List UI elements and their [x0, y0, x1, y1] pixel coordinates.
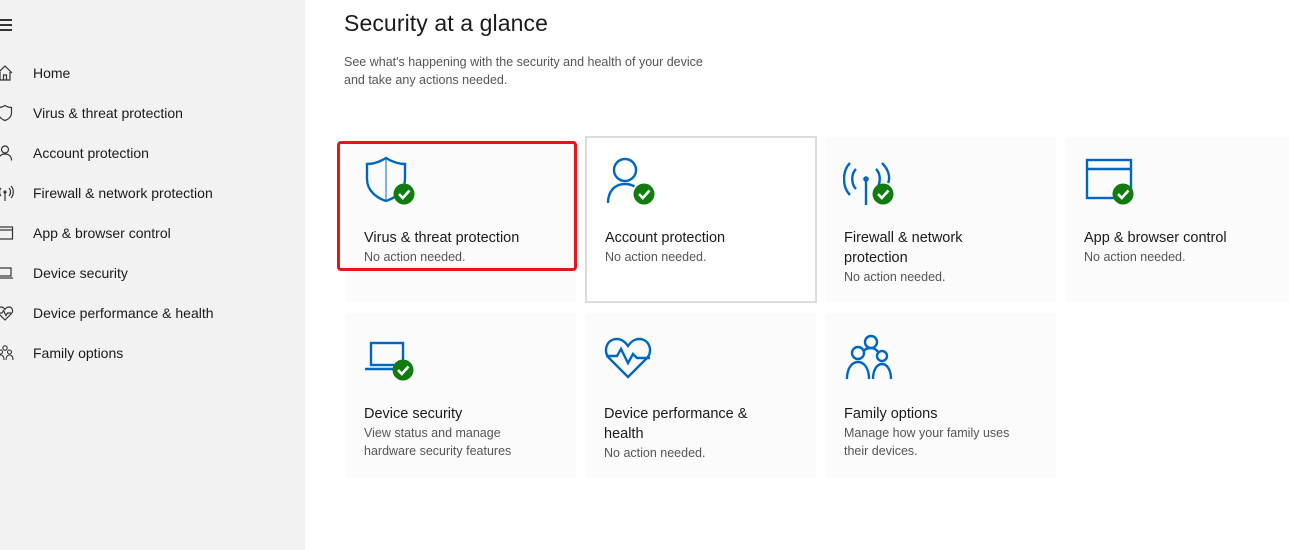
tile-device-performance-health[interactable]: Device performance & health No action ne…: [585, 313, 816, 478]
hamburger-menu-icon[interactable]: [0, 16, 14, 34]
sidebar-item-account[interactable]: Account protection: [0, 133, 305, 173]
tile-description-line: their devices.: [844, 444, 918, 458]
tile-title: Device security: [364, 406, 463, 422]
sidebar-item-device-performance[interactable]: Device performance & health: [0, 293, 305, 333]
tile-title-line: Device performance &: [604, 406, 748, 422]
tile-description-line: Manage how your family uses: [844, 426, 1010, 440]
antenna-check-icon: [842, 155, 897, 209]
sidebar-item-family[interactable]: Family options: [0, 333, 305, 373]
sidebar: Home Virus & threat protection Account p…: [0, 0, 305, 550]
sidebar-item-label: Account protection: [33, 145, 149, 161]
tile-status: No action needed.: [1084, 250, 1186, 264]
subtitle-line: and take any actions needed.: [344, 73, 508, 87]
sidebar-item-home[interactable]: Home: [0, 53, 305, 93]
family-icon: [843, 331, 897, 385]
tile-account-protection[interactable]: Account protection No action needed.: [585, 136, 817, 303]
sidebar-item-device-security[interactable]: Device security: [0, 253, 305, 293]
family-icon: [0, 342, 16, 364]
tile-firewall-network-protection[interactable]: Firewall & network protection No action …: [825, 137, 1056, 302]
laptop-icon: [0, 262, 16, 284]
heart-pulse-icon: [603, 331, 657, 385]
sidebar-item-virus-threat[interactable]: Virus & threat protection: [0, 93, 305, 133]
tile-description: View status and manage hardware security…: [364, 424, 564, 460]
antenna-icon: [0, 182, 16, 204]
browser-check-icon: [1083, 155, 1137, 209]
home-icon: [0, 62, 16, 84]
tile-title: Virus & threat protection: [364, 230, 520, 246]
main-content: Security at a glance See what's happenin…: [305, 0, 1289, 550]
sidebar-item-label: Virus & threat protection: [33, 105, 183, 121]
tile-title: Family options: [844, 406, 938, 422]
tile-title-line: health: [604, 426, 644, 442]
shield-icon: [0, 102, 16, 124]
tile-description: Manage how your family uses their device…: [844, 424, 1044, 460]
page-subtitle: See what's happening with the security a…: [344, 53, 744, 89]
heart-pulse-icon: [0, 302, 16, 324]
sidebar-item-label: Device performance & health: [33, 305, 214, 321]
tile-title: Firewall & network protection: [844, 228, 1044, 268]
tile-title-line: Firewall & network: [844, 230, 963, 246]
sidebar-item-label: Home: [33, 65, 71, 81]
sidebar-item-label: Device security: [33, 265, 128, 281]
person-check-icon: [604, 155, 658, 209]
tile-status: No action needed.: [844, 270, 946, 284]
tile-title: Device performance & health: [604, 404, 804, 444]
subtitle-line: See what's happening with the security a…: [344, 55, 703, 69]
tile-status: No action needed.: [605, 250, 707, 264]
sidebar-item-label: Family options: [33, 345, 124, 361]
tile-family-options[interactable]: Family options Manage how your family us…: [825, 313, 1056, 478]
laptop-check-icon: [363, 331, 417, 385]
tile-status: No action needed.: [604, 446, 706, 460]
tile-status: No action needed.: [364, 250, 466, 264]
browser-window-icon: [0, 222, 16, 244]
sidebar-item-label: App & browser control: [33, 225, 171, 241]
tile-app-browser-control[interactable]: App & browser control No action needed.: [1065, 137, 1289, 302]
page-title: Security at a glance: [344, 10, 549, 36]
tile-title: Account protection: [605, 230, 726, 246]
shield-check-icon: [363, 155, 417, 209]
tile-description-line: hardware security features: [364, 444, 512, 458]
tile-device-security[interactable]: Device security View status and manage h…: [345, 313, 576, 478]
sidebar-item-label: Firewall & network protection: [33, 185, 213, 201]
sidebar-item-app-browser[interactable]: App & browser control: [0, 213, 305, 253]
sidebar-item-firewall[interactable]: Firewall & network protection: [0, 173, 305, 213]
tile-description-line: View status and manage: [364, 426, 501, 440]
tile-title-line: protection: [844, 250, 908, 266]
tile-virus-threat-protection[interactable]: Virus & threat protection No action need…: [345, 137, 576, 302]
tile-title: App & browser control: [1084, 230, 1227, 246]
person-icon: [0, 142, 16, 164]
